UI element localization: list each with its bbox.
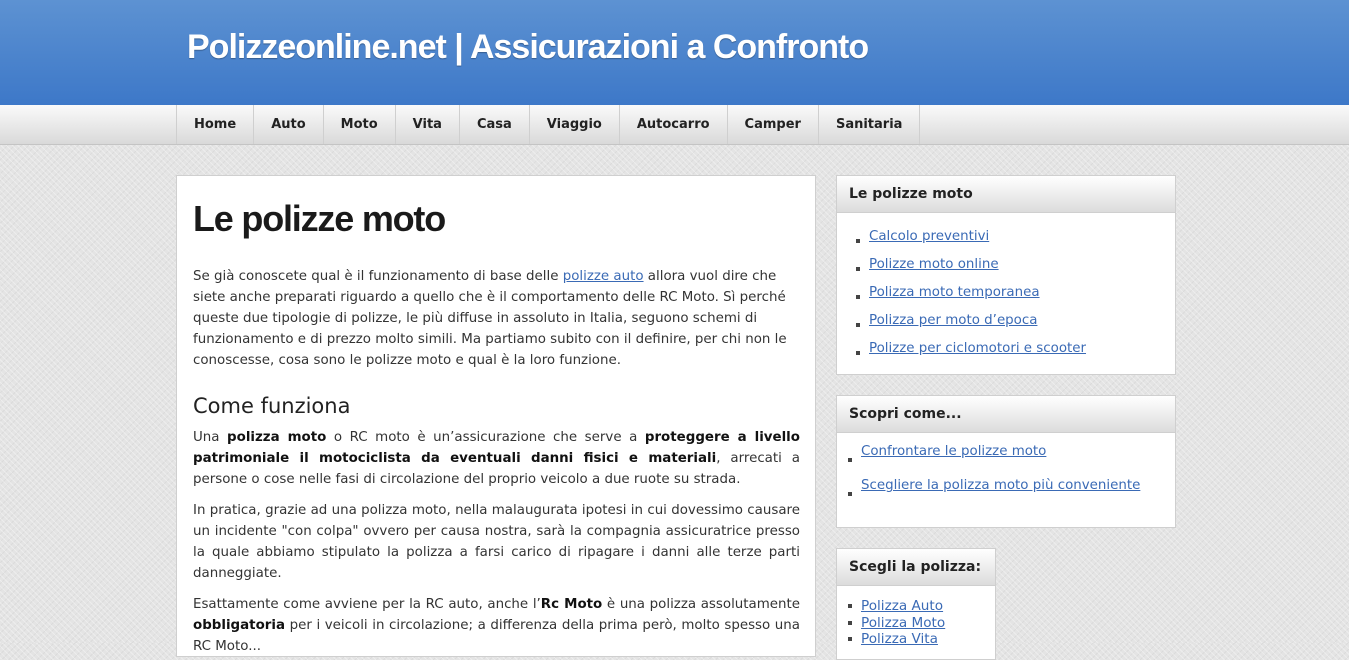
link-calcolo-preventivi[interactable]: Calcolo preventivi	[869, 229, 989, 244]
p4-bold-2: obbligatoria	[193, 618, 286, 633]
nav-item-vita[interactable]: Vita	[396, 105, 460, 144]
p4-text-1: Esattamente come avviene per la RC auto,…	[193, 597, 541, 612]
nav-menu: Home Auto Moto Vita Casa Viaggio Autocar…	[176, 105, 921, 144]
site-header: Polizzeonline.net | Assicurazioni a Conf…	[0, 0, 1349, 105]
widget-title: Scegli la polizza:	[837, 549, 995, 586]
list-item: Polizze moto online	[856, 255, 1175, 283]
site-title[interactable]: Polizzeonline.net | Assicurazioni a Conf…	[187, 28, 869, 67]
p4-bold-1: Rc Moto	[540, 597, 603, 612]
nav-item-autocarro[interactable]: Autocarro	[620, 105, 728, 144]
practice-paragraph: In pratica, grazie ad una polizza moto, …	[193, 503, 800, 581]
polizze-auto-link[interactable]: polizze auto	[563, 269, 644, 284]
widget-title: Le polizze moto	[837, 176, 1175, 213]
list-item: Scegliere la polizza moto più convenient…	[848, 477, 1175, 511]
widget-scegli-polizza: Scegli la polizza: Polizza Auto Polizza …	[836, 548, 996, 660]
obligation-paragraph: Esattamente come avviene per la RC auto,…	[193, 594, 800, 656]
intro-paragraph: Se già conoscete qual è il funzionamento…	[193, 266, 800, 371]
definition-paragraph: Una polizza moto o RC moto è un’assicura…	[193, 427, 800, 490]
list-item: Polizze per ciclomotori e scooter	[856, 339, 1175, 367]
widget-link-list: Polizza Auto Polizza Moto Polizza Vita	[837, 586, 995, 648]
link-confrontare-polizze[interactable]: Confrontare le polizze moto	[861, 444, 1046, 459]
widget-link-list: Confrontare le polizze moto Scegliere la…	[837, 433, 1175, 511]
widget-title: Scopri come...	[837, 396, 1175, 433]
link-polizze-ciclomotori[interactable]: Polizze per ciclomotori e scooter	[869, 341, 1086, 356]
p4-text-3: per i veicoli in circolazione; a differe…	[193, 618, 800, 654]
list-item: Polizza moto temporanea	[856, 283, 1175, 311]
list-item: Calcolo preventivi	[856, 227, 1175, 255]
link-polizza-vita[interactable]: Polizza Vita	[861, 631, 938, 647]
p2-bold-1: polizza moto	[227, 430, 327, 445]
link-polizza-auto[interactable]: Polizza Auto	[861, 598, 943, 614]
list-item: Polizza Auto	[848, 598, 995, 615]
nav-item-viaggio[interactable]: Viaggio	[530, 105, 620, 144]
list-item: Confrontare le polizze moto	[848, 443, 1175, 477]
article-content: Le polizze moto Se già conoscete qual è …	[176, 175, 816, 657]
section-heading: Come funziona	[193, 394, 351, 418]
link-polizze-moto-online[interactable]: Polizze moto online	[869, 257, 999, 272]
list-item: Polizza Moto	[848, 615, 995, 632]
intro-text-start: Se già conoscete qual è il funzionamento…	[193, 269, 563, 284]
nav-item-home[interactable]: Home	[177, 105, 255, 144]
p4-text-2: è una polizza assolutamente	[602, 597, 800, 612]
article-title: Le polizze moto	[193, 198, 446, 239]
list-item: Polizza per moto d’epoca	[856, 311, 1175, 339]
link-scegliere-polizza[interactable]: Scegliere la polizza moto più convenient…	[861, 478, 1140, 493]
p2-text-1: Una	[193, 430, 228, 445]
nav-item-moto[interactable]: Moto	[324, 105, 396, 144]
main-navigation: Home Auto Moto Vita Casa Viaggio Autocar…	[0, 105, 1349, 145]
nav-item-camper[interactable]: Camper	[728, 105, 819, 144]
link-polizza-moto-epoca[interactable]: Polizza per moto d’epoca	[869, 313, 1037, 328]
p2-text-2: o RC moto è un’assicurazione che serve a	[326, 430, 645, 445]
nav-item-casa[interactable]: Casa	[460, 105, 530, 144]
nav-item-sanitaria[interactable]: Sanitaria	[819, 105, 921, 144]
link-polizza-moto-temporanea[interactable]: Polizza moto temporanea	[869, 285, 1040, 300]
link-polizza-moto[interactable]: Polizza Moto	[861, 615, 945, 631]
widget-polizze-moto: Le polizze moto Calcolo preventivi Poliz…	[836, 175, 1176, 375]
nav-item-auto[interactable]: Auto	[254, 105, 324, 144]
widget-link-list: Calcolo preventivi Polizze moto online P…	[837, 213, 1175, 367]
list-item: Polizza Vita	[848, 631, 995, 648]
widget-scopri-come: Scopri come... Confrontare le polizze mo…	[836, 395, 1176, 528]
